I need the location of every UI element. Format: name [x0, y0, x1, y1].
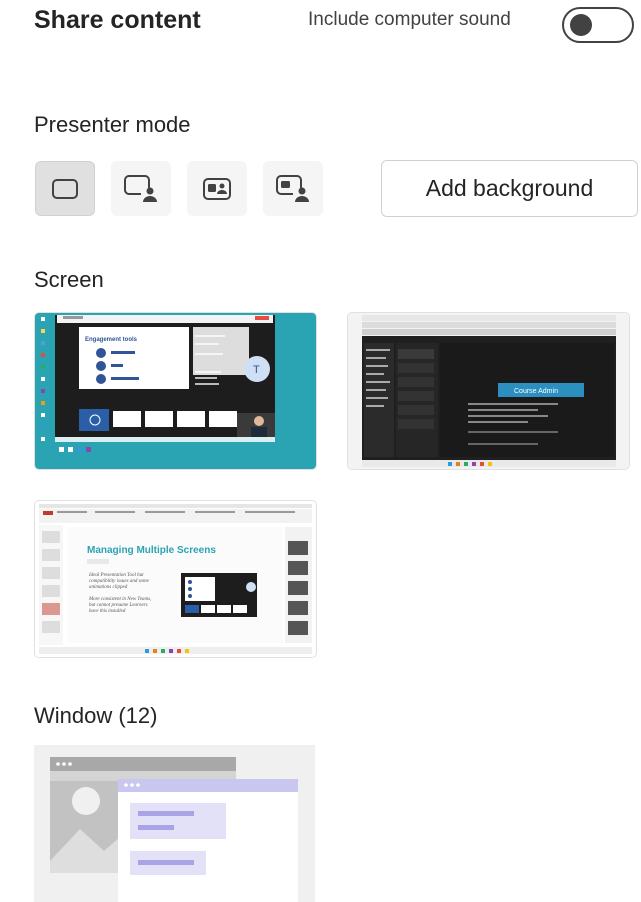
window-heading: Window (12) [34, 703, 158, 728]
screen-3-line-6: have this installed [89, 609, 126, 614]
screen-3-line-3: animations clipped [89, 585, 128, 590]
screen-3-slide-title: Managing Multiple Screens [87, 545, 216, 556]
svg-text:T: T [253, 364, 260, 376]
presenter-mode-heading: Presenter mode [34, 112, 191, 137]
presenter-mode-standout[interactable] [111, 161, 171, 216]
standout-icon [124, 174, 157, 202]
screen-3-line-4: More consistent in New Teams, [88, 597, 151, 602]
toggle-knob [570, 14, 592, 36]
screen-1-preview: Engagement tools T [35, 313, 316, 469]
screen-thumbnail-2[interactable]: Course Admin [347, 312, 630, 470]
screen-2-preview: Course Admin [348, 313, 629, 469]
screen-2-course-admin: Course Admin [514, 388, 558, 395]
window-thumbnail-1[interactable] [34, 745, 315, 902]
screen-thumbnail-1[interactable]: Engagement tools T [34, 312, 317, 470]
include-sound-toggle[interactable] [562, 7, 634, 43]
side-by-side-icon [203, 177, 231, 200]
screen-thumbnail-3[interactable]: Managing Multiple Screens Ideal Presenta… [34, 500, 317, 658]
panel-title: Share content [34, 6, 201, 34]
screen-3-line-1: Ideal Presentation Tool but [88, 573, 144, 578]
add-background-button[interactable]: Add background [381, 160, 638, 217]
presenter-mode-reporter[interactable] [263, 161, 323, 216]
reporter-icon [276, 174, 309, 202]
screen-1-slide-title: Engagement tools [85, 337, 138, 343]
screen-3-line-5: but cannot presume Learners [89, 603, 148, 608]
screen-3-line-2: compatibility issues and some [89, 579, 150, 584]
content-only-icon [52, 178, 78, 199]
presenter-mode-side-by-side[interactable] [187, 161, 247, 216]
presenter-mode-content-only[interactable] [35, 161, 95, 216]
window-illustration-icon [34, 745, 315, 902]
screen-heading: Screen [34, 267, 104, 292]
screen-3-preview: Managing Multiple Screens Ideal Presenta… [35, 501, 316, 657]
include-sound-label: Include computer sound [308, 9, 511, 30]
